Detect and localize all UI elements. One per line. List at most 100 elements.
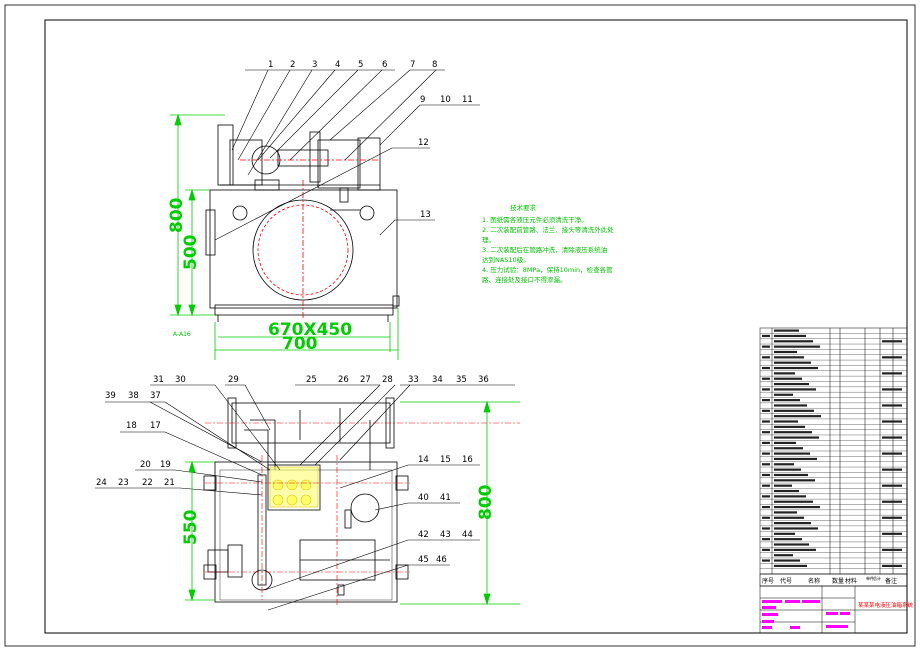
balloon-31: 31	[153, 375, 164, 385]
parts-row-number	[762, 334, 770, 338]
dim-height-plan-total: 800	[476, 484, 496, 520]
parts-row-remark	[882, 388, 902, 391]
parts-row-number	[762, 495, 770, 498]
balloon-41: 41	[440, 493, 451, 503]
parts-row-text	[774, 356, 804, 359]
notes-line-3: 理。	[482, 236, 495, 244]
parts-row-remark	[882, 516, 902, 519]
parts-row-text	[774, 393, 793, 396]
parts-row-remark	[882, 484, 902, 487]
title-block-magenta	[762, 600, 850, 629]
parts-row-number	[762, 484, 770, 487]
parts-row-number	[762, 431, 770, 434]
parts-row-remark	[882, 340, 902, 343]
balloon-22: 22	[142, 478, 153, 488]
parts-row-remark	[882, 532, 902, 535]
balloon-5: 5	[358, 60, 363, 70]
parts-row-number	[762, 548, 770, 551]
parts-row-text	[774, 447, 803, 450]
header-material: 材料	[845, 577, 857, 585]
parts-row-text	[774, 457, 817, 461]
parts-row-text	[774, 463, 794, 466]
header-code: 代号	[780, 577, 792, 585]
parts-row-text	[774, 543, 809, 546]
parts-row-number	[762, 516, 770, 519]
balloon-2: 2	[290, 60, 295, 70]
parts-row-text	[774, 473, 808, 477]
parts-row-text	[774, 388, 816, 391]
parts-row-text	[774, 415, 821, 418]
balloon-38: 38	[128, 391, 139, 401]
balloon-30: 30	[175, 375, 186, 385]
parts-row-text	[774, 527, 818, 530]
parts-row-remark	[882, 452, 902, 455]
parts-row-text	[774, 441, 796, 445]
balloon-11: 11	[462, 95, 473, 105]
balloon-40: 40	[418, 493, 429, 503]
parts-row-text	[774, 409, 814, 412]
parts-row-text	[774, 404, 807, 407]
parts-row-number	[762, 473, 770, 477]
dim-height-tank: 500	[181, 234, 201, 270]
parts-row-text	[774, 431, 812, 434]
parts-row-number	[762, 538, 770, 541]
parts-row-text	[774, 366, 818, 370]
parts-list-rows	[760, 329, 907, 569]
inner-frame	[44, 19, 908, 634]
balloon-46: 46	[436, 555, 447, 565]
parts-row-number	[762, 356, 770, 359]
parts-row-number	[762, 527, 770, 530]
parts-row-text	[774, 436, 819, 439]
parts-row-text	[774, 484, 792, 487]
section-mark: A-A16	[173, 331, 191, 338]
notes-line-4: 3. 二次装配后在管路冲洗，清除液压系统油	[482, 245, 607, 254]
parts-row-text	[774, 522, 811, 525]
plan-dimensions	[185, 400, 520, 606]
balloon-17: 17	[150, 421, 161, 431]
parts-row-text	[774, 372, 795, 375]
balloon-25: 25	[306, 375, 317, 385]
parts-row-number	[762, 441, 770, 445]
parts-row-text	[774, 564, 807, 568]
parts-row-text	[774, 500, 813, 503]
notes-line-5: 达到NAS10级。	[482, 255, 530, 264]
balloon-42: 42	[418, 530, 429, 540]
header-no: 序号	[762, 577, 774, 585]
header-remark: 备注	[885, 577, 897, 585]
parts-row-text	[774, 345, 820, 348]
parts-row-text	[774, 532, 795, 535]
balloon-13: 13	[420, 210, 431, 220]
balloon-19: 19	[160, 460, 171, 470]
parts-row-text	[774, 361, 811, 364]
parts-row-number	[762, 452, 770, 455]
parts-row-text	[774, 554, 793, 557]
top-balloon-labels: 1 2 3 4 5 6 7 8 9 10 11 12 13	[268, 60, 473, 220]
parts-row-remark	[882, 372, 902, 375]
parts-row-remark	[882, 468, 902, 471]
parts-row-remark	[882, 436, 902, 439]
balloon-12: 12	[418, 138, 429, 148]
parts-row-remark	[882, 356, 902, 359]
parts-row-text	[774, 425, 805, 428]
parts-row-text	[774, 511, 797, 514]
balloon-16: 16	[462, 455, 473, 465]
parts-row-text	[774, 505, 820, 509]
parts-row-number	[762, 399, 770, 402]
notes-title: 技术要求	[510, 203, 537, 212]
notes-line-2: 2. 二次装配前管路、法兰、接头等清洗外此处	[482, 225, 614, 234]
balloon-29: 29	[228, 375, 239, 385]
balloon-43: 43	[440, 530, 451, 540]
parts-row-number	[762, 420, 770, 423]
parts-row-remark	[882, 420, 902, 423]
balloon-28: 28	[382, 375, 393, 385]
balloon-4: 4	[335, 60, 340, 70]
parts-list-header: 序号 代号 名称 数量 材料 单件 总计 备注	[759, 573, 908, 587]
parts-row-number	[762, 366, 770, 370]
notes-line-1: 1. 图纸需各液压元件必须清洗干净。	[482, 215, 588, 224]
balloon-9: 9	[420, 95, 425, 105]
balloon-8: 8	[432, 60, 437, 70]
balloon-3: 3	[312, 60, 317, 70]
balloon-39: 39	[105, 391, 116, 401]
balloon-34: 34	[432, 375, 443, 385]
parts-row-text	[774, 377, 802, 380]
